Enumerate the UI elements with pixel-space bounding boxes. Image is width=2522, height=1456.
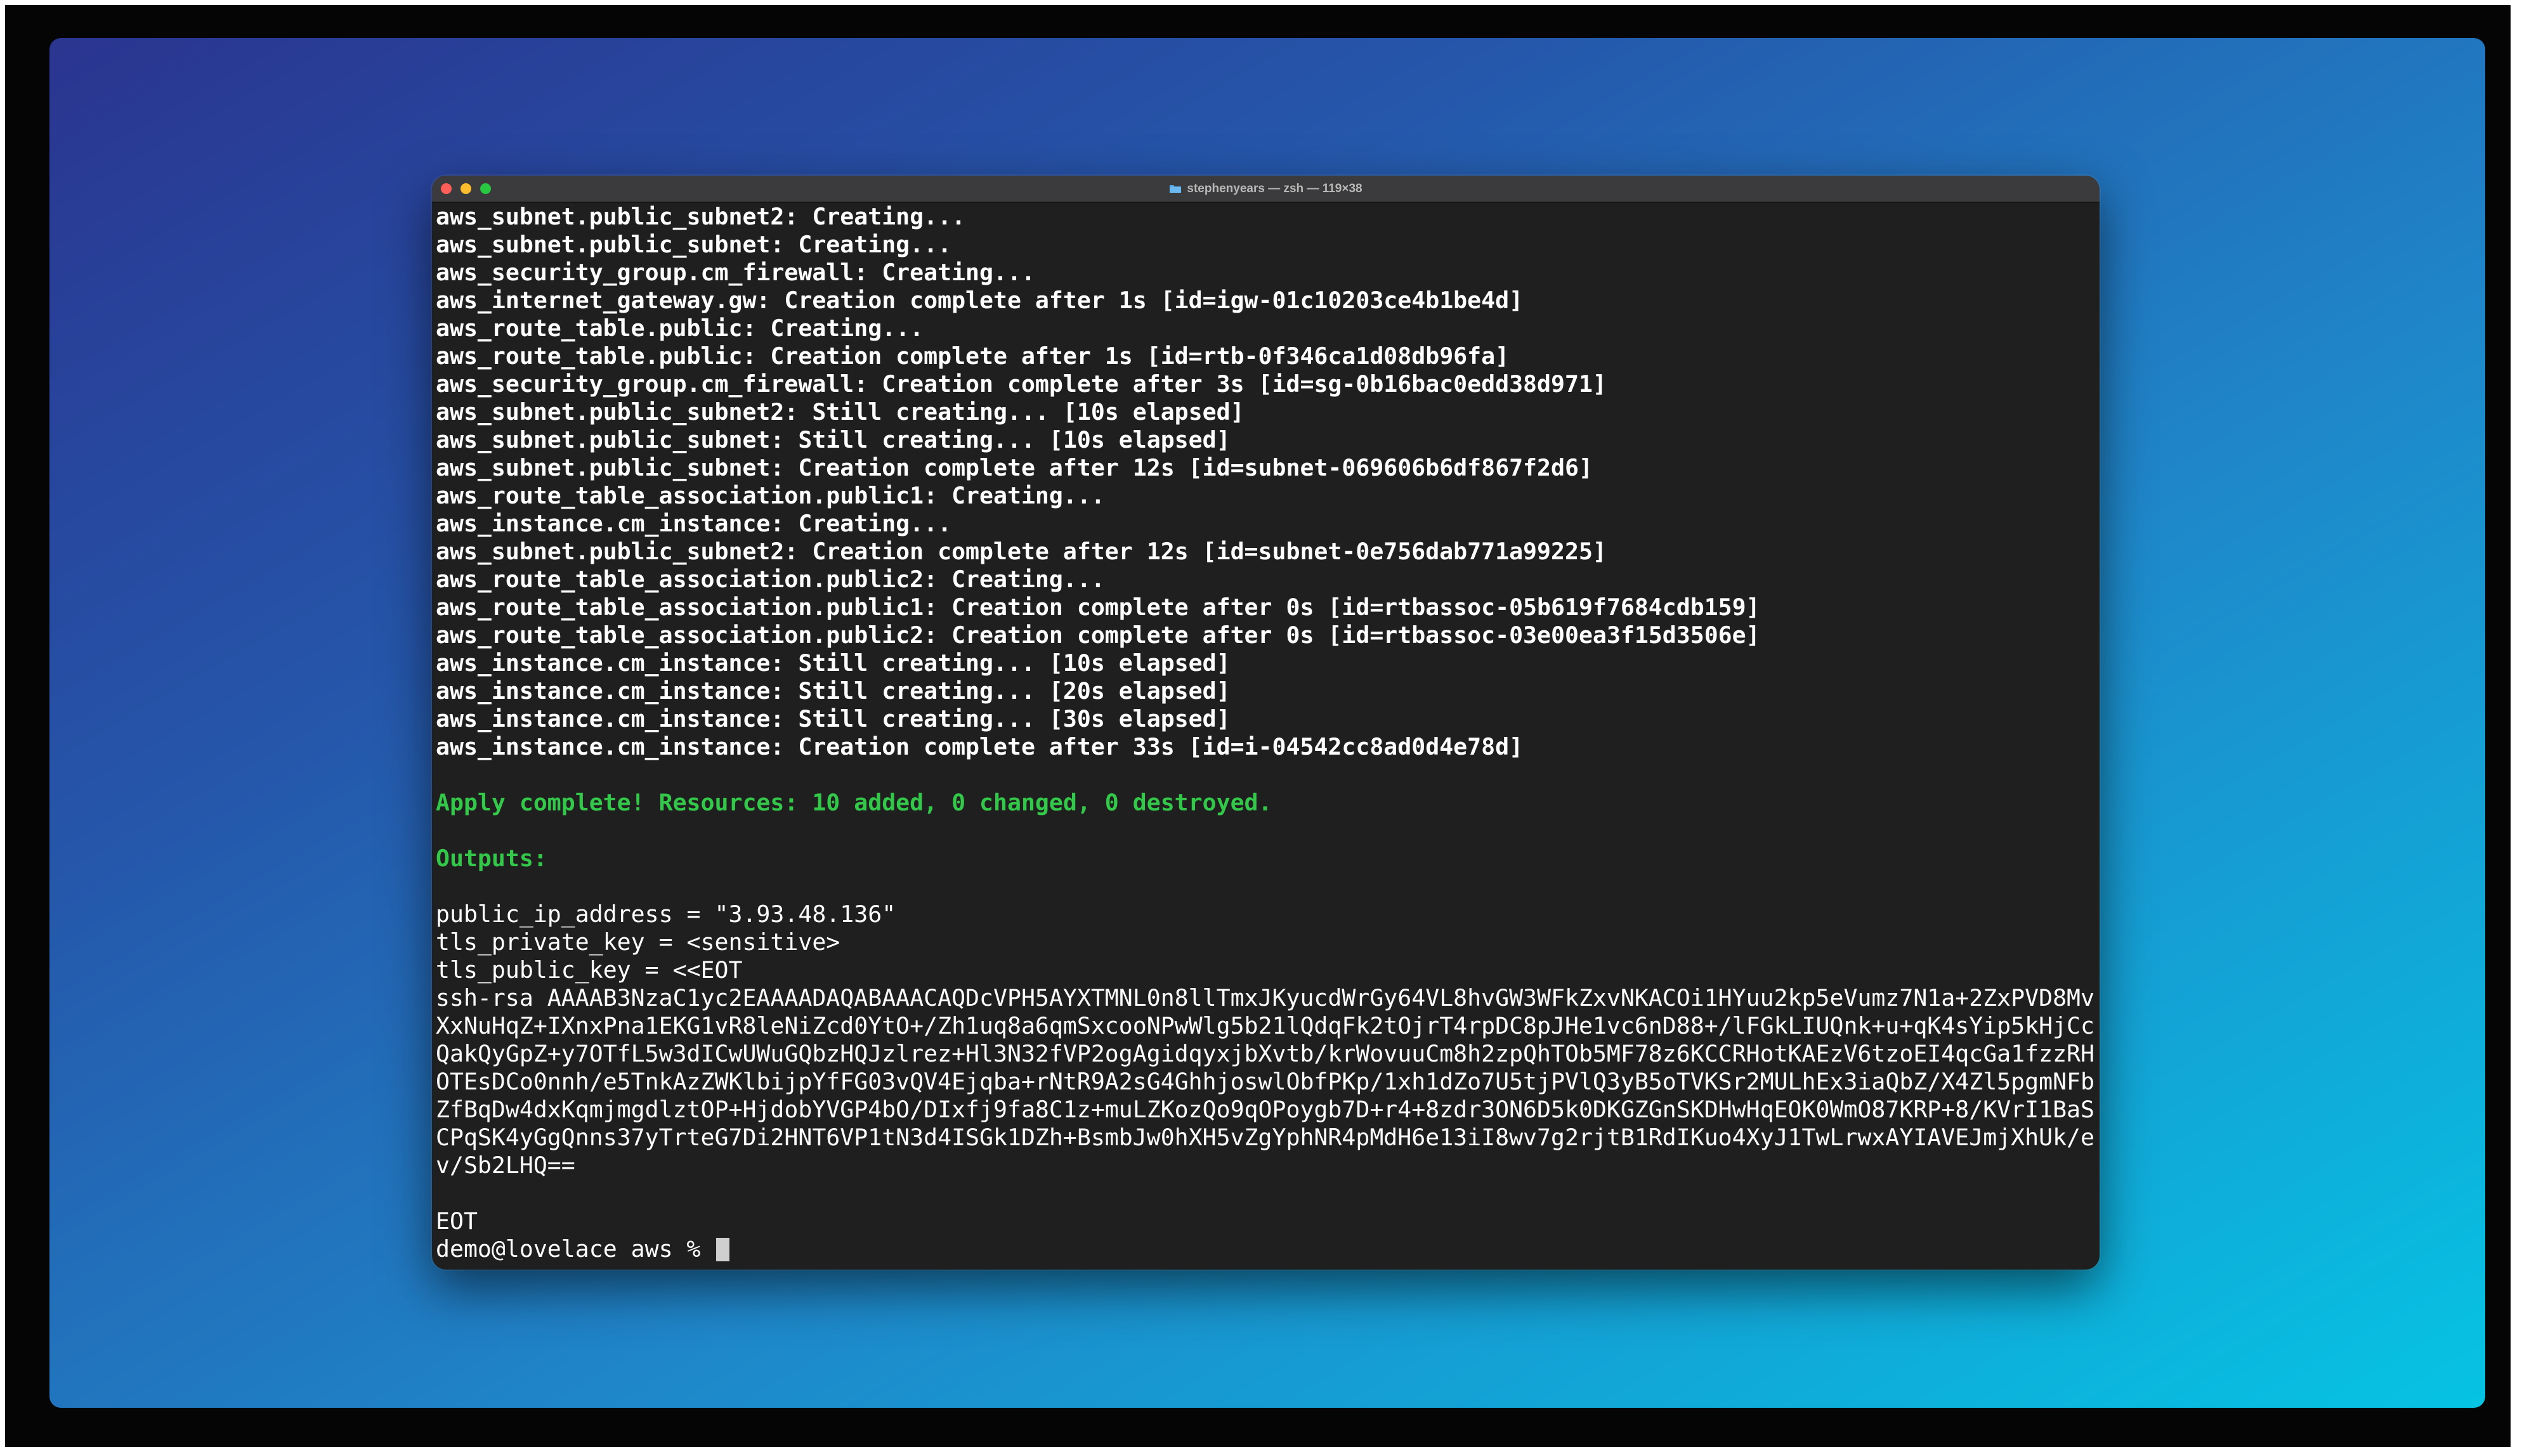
screenshot-frame: stephenyears — zsh — 119×38 aws_subnet.p…	[5, 5, 2511, 1447]
output-line: CPqSK4yGgQnns37yTrteG7Di2HNT6VP1tN3d4ISG…	[436, 1124, 2095, 1151]
log-line: aws_route_table_association.public1: Cre…	[436, 594, 1760, 621]
terminal-window[interactable]: stephenyears — zsh — 119×38 aws_subnet.p…	[432, 176, 2100, 1270]
shell-prompt: demo@lovelace aws %	[436, 1235, 715, 1263]
log-line: aws_subnet.public_subnet: Creation compl…	[436, 454, 1593, 481]
log-line: aws_security_group.cm_firewall: Creating…	[436, 259, 1035, 286]
title-bar[interactable]: stephenyears — zsh — 119×38	[432, 176, 2100, 203]
output-line: XxNuHqZ+IXnxPna1EKG1vR8leNiZcd0YtO+/Zh1u…	[436, 1012, 2095, 1039]
window-title-group: stephenyears — zsh — 119×38	[432, 176, 2100, 202]
log-line: aws_instance.cm_instance: Still creating…	[436, 705, 1231, 732]
output-line: OTEsDCo0nnh/e5TnkAzZWKlbijpYfFG03vQV4Ejq…	[436, 1068, 2095, 1095]
log-line: aws_route_table.public: Creation complet…	[436, 342, 1510, 370]
output-line: ZfBqDw4dxKqmjmgdlztOP+HjdobYVGP4bO/DIxfj…	[436, 1096, 2095, 1123]
log-line: aws_subnet.public_subnet: Still creating…	[436, 426, 1231, 453]
output-line: v/Sb2LHQ==	[436, 1152, 575, 1179]
log-line: aws_subnet.public_subnet2: Creating...	[436, 203, 966, 230]
log-line: aws_instance.cm_instance: Still creating…	[436, 649, 1231, 677]
output-line: QakQyGpZ+y7OTfL5w3dICwUWuGQbzHQJzlrez+Hl…	[436, 1040, 2095, 1067]
log-line: aws_instance.cm_instance: Creating...	[436, 510, 952, 537]
log-line: aws_subnet.public_subnet2: Still creatin…	[436, 398, 1245, 426]
terraform-log: aws_subnet.public_subnet2: Creating... a…	[436, 203, 2097, 761]
window-title: stephenyears — zsh — 119×38	[1187, 181, 1362, 195]
prompt-line[interactable]: demo@lovelace aws %	[436, 1235, 2097, 1263]
folder-icon	[1169, 184, 1182, 193]
output-line: ssh-rsa AAAAB3NzaC1yc2EAAAADAQABAAACAQDc…	[436, 984, 2095, 1011]
output-line: tls_public_key = <<EOT	[436, 956, 743, 984]
log-line: aws_route_table_association.public2: Cre…	[436, 621, 1760, 649]
log-line: aws_internet_gateway.gw: Creation comple…	[436, 287, 1524, 314]
output-line: tls_private_key = <sensitive>	[436, 928, 840, 956]
log-line: aws_instance.cm_instance: Still creating…	[436, 677, 1231, 705]
log-line: aws_route_table_association.public1: Cre…	[436, 482, 1105, 509]
log-line: aws_subnet.public_subnet: Creating...	[436, 231, 952, 258]
log-line: aws_route_table.public: Creating...	[436, 315, 924, 342]
eot-marker: EOT	[436, 1207, 478, 1235]
output-line: public_ip_address = "3.93.48.136"	[436, 900, 896, 928]
outputs-block: public_ip_address = "3.93.48.136" tls_pr…	[436, 900, 2097, 1180]
log-line: aws_subnet.public_subnet2: Creation comp…	[436, 538, 1607, 565]
log-line: aws_route_table_association.public2: Cre…	[436, 566, 1105, 593]
apply-complete-message: Apply complete! Resources: 10 added, 0 c…	[436, 789, 1272, 816]
outputs-header: Outputs:	[436, 845, 547, 872]
log-line: aws_instance.cm_instance: Creation compl…	[436, 733, 1524, 760]
log-line: aws_security_group.cm_firewall: Creation…	[436, 370, 1607, 398]
text-cursor[interactable]	[715, 1237, 729, 1261]
desktop-background: stephenyears — zsh — 119×38 aws_subnet.p…	[49, 38, 2485, 1408]
terminal-output[interactable]: aws_subnet.public_subnet2: Creating... a…	[436, 203, 2097, 1270]
